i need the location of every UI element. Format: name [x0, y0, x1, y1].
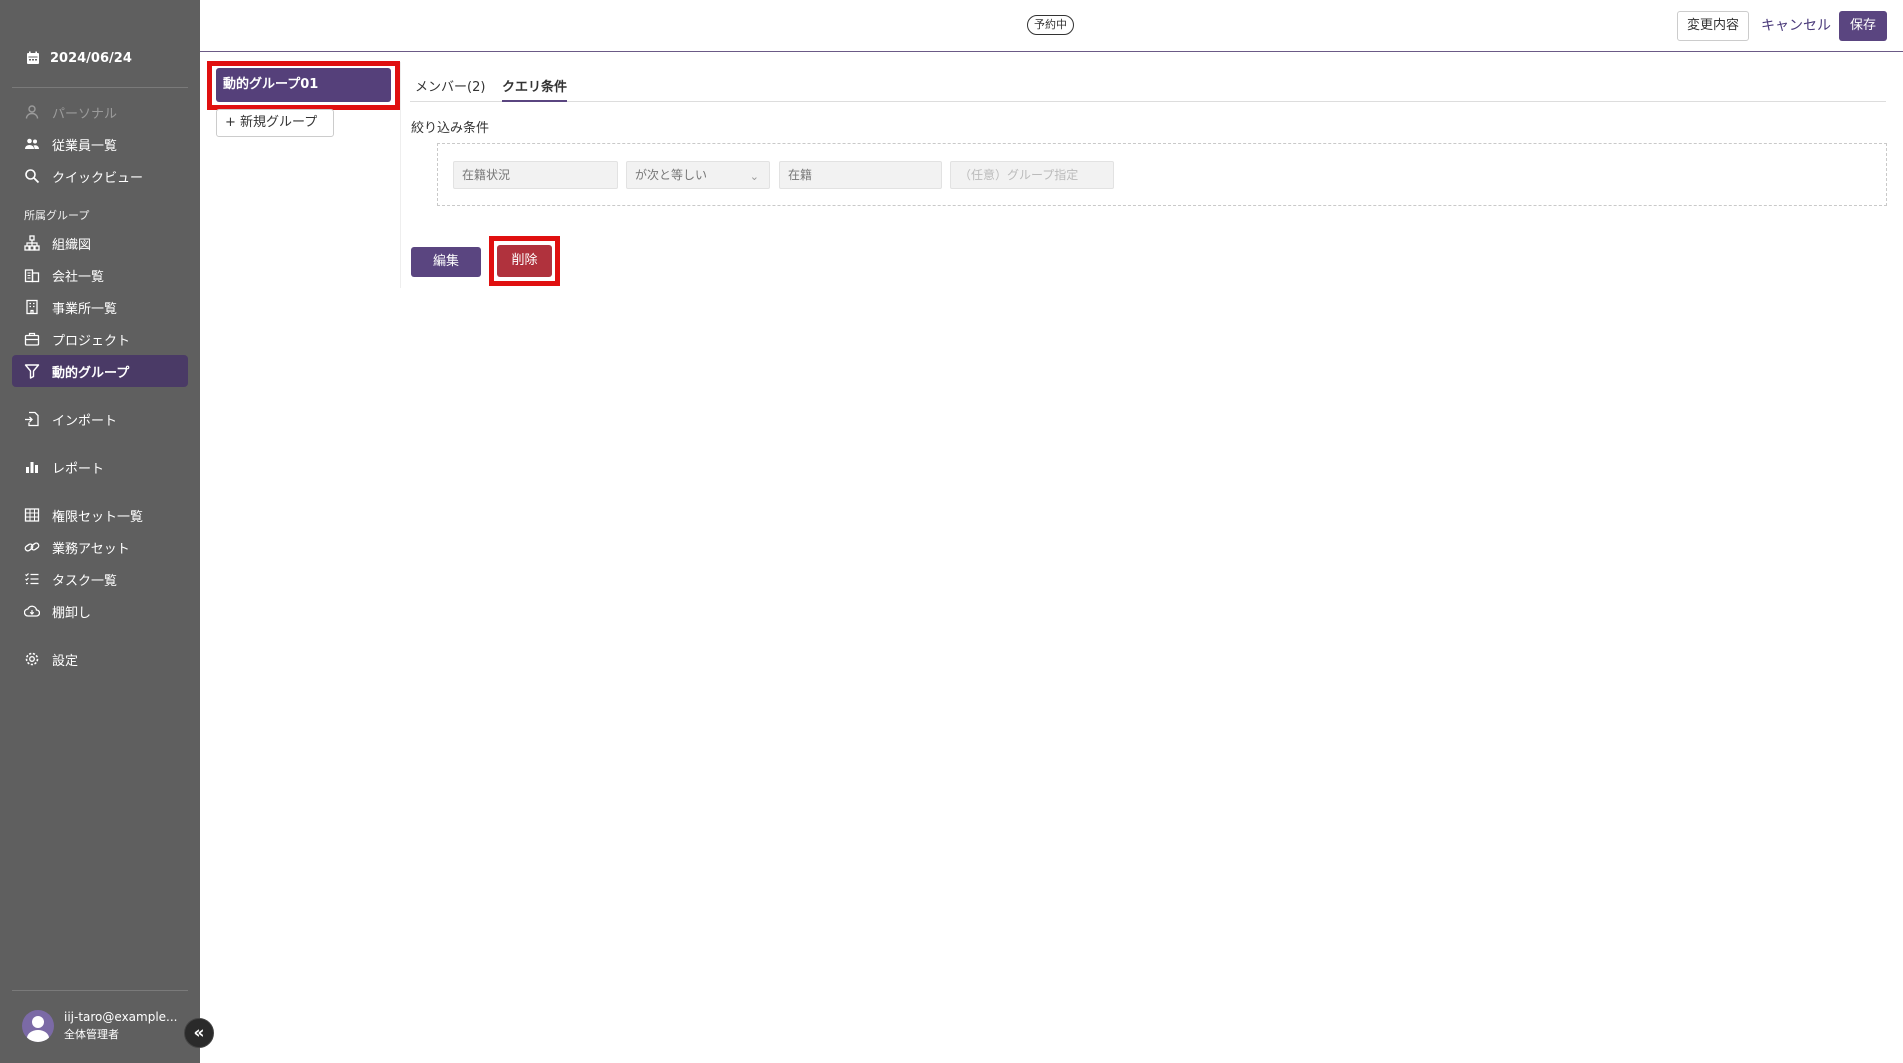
delete-button[interactable]: 削除: [497, 245, 552, 277]
sidebar-item-label: タスク一覧: [52, 573, 118, 589]
user-email: iij-taro@example...: [64, 1010, 178, 1024]
link-icon: [24, 539, 40, 555]
sidebar-item-label: 権限セット一覧: [52, 509, 144, 525]
building-icon: [24, 267, 40, 283]
chevron-down-icon: ⌄: [749, 170, 759, 183]
filter-title: 絞り込み条件: [411, 121, 490, 136]
filter-group-input[interactable]: （任意）グループ指定: [950, 161, 1114, 189]
tab-members[interactable]: メンバー(2): [415, 76, 485, 102]
collapse-sidebar-button[interactable]: «: [184, 1018, 214, 1048]
filter-field-select[interactable]: 在籍状況: [453, 161, 618, 189]
cancel-button[interactable]: キャンセル: [1761, 11, 1831, 41]
sidebar-item-personal[interactable]: パーソナル: [12, 96, 188, 128]
cloud-icon: [24, 603, 40, 619]
import-icon: [24, 411, 40, 427]
sidebar: 2024/06/24 パーソナル 従業員一覧 クイックビュー 所属グループ 組織…: [0, 0, 200, 1063]
sidebar-divider: [12, 990, 188, 991]
user-profile[interactable]: iij-taro@example... 全体管理者: [22, 1010, 178, 1042]
tab-bar: メンバー(2) クエリ条件: [410, 72, 1886, 102]
new-group-button[interactable]: + 新規グループ: [216, 109, 334, 137]
office-icon: [24, 299, 40, 315]
sidebar-item-label: 組織図: [52, 237, 92, 253]
sidebar-item-label: 会社一覧: [52, 269, 105, 285]
column-divider: [400, 62, 401, 288]
calendar-icon: [25, 50, 41, 66]
sidebar-item-quickview[interactable]: クイックビュー: [12, 160, 188, 192]
filter-value-input[interactable]: 在籍: [779, 161, 942, 189]
sidebar-item-label: 設定: [52, 653, 79, 669]
search-icon: [24, 168, 40, 184]
org-chart-icon: [24, 235, 40, 251]
grid-icon: [24, 507, 40, 523]
sidebar-item-import[interactable]: インポート: [12, 403, 188, 435]
sidebar-item-label: パーソナル: [52, 106, 118, 122]
date-text: 2024/06/24: [50, 50, 132, 66]
sidebar-item-offices[interactable]: 事業所一覧: [12, 291, 188, 323]
filter-icon: [24, 363, 40, 379]
sidebar-item-label: 業務アセット: [52, 541, 130, 557]
sidebar-item-tasks[interactable]: タスク一覧: [12, 563, 188, 595]
sidebar-item-settings[interactable]: 設定: [12, 643, 188, 675]
sidebar-item-report[interactable]: レポート: [12, 451, 188, 483]
sidebar-item-employees[interactable]: 従業員一覧: [12, 128, 188, 160]
sidebar-divider: [12, 87, 188, 88]
save-button[interactable]: 保存: [1839, 11, 1887, 41]
sidebar-item-projects[interactable]: プロジェクト: [12, 323, 188, 355]
user-role: 全体管理者: [64, 1028, 119, 1041]
person-icon: [24, 104, 40, 120]
sidebar-item-label: レポート: [52, 461, 105, 477]
filter-operator-select[interactable]: が次と等しい ⌄: [626, 161, 770, 189]
sidebar-item-inventory[interactable]: 棚卸し: [12, 595, 188, 627]
sidebar-item-permission-sets[interactable]: 権限セット一覧: [12, 499, 188, 531]
sidebar-item-label: 棚卸し: [52, 605, 92, 621]
status-badge: 予約中: [1027, 15, 1074, 35]
avatar: [22, 1010, 54, 1042]
sidebar-item-label: 事業所一覧: [52, 301, 118, 317]
bar-chart-icon: [24, 459, 40, 475]
sidebar-item-label: インポート: [52, 413, 118, 429]
briefcase-icon: [24, 331, 40, 347]
edit-button[interactable]: 編集: [411, 247, 481, 277]
sidebar-item-label: クイックビュー: [52, 170, 144, 186]
people-icon: [24, 136, 40, 152]
current-date: 2024/06/24: [25, 50, 132, 66]
group-list-item-selected[interactable]: 動的グループ01: [216, 68, 391, 102]
sidebar-item-dynamic-groups[interactable]: 動的グループ: [12, 355, 188, 387]
sidebar-item-label: 動的グループ: [52, 365, 130, 381]
gear-icon: [24, 651, 40, 667]
sidebar-item-companies[interactable]: 会社一覧: [12, 259, 188, 291]
sidebar-item-org-chart[interactable]: 組織図: [12, 227, 188, 259]
tab-query-conditions[interactable]: クエリ条件: [502, 76, 568, 102]
sidebar-item-label: 従業員一覧: [52, 138, 118, 154]
double-chevron-left-icon: «: [193, 1023, 205, 1043]
header-bar: 予約中 変更内容 キャンセル 保存: [200, 0, 1903, 52]
filter-operator-value: が次と等しい: [635, 168, 708, 182]
sidebar-item-business-assets[interactable]: 業務アセット: [12, 531, 188, 563]
task-list-icon: [24, 571, 40, 587]
changes-button[interactable]: 変更内容: [1677, 11, 1750, 41]
sidebar-item-label: プロジェクト: [52, 333, 131, 349]
sidebar-section-label: 所属グループ: [24, 209, 90, 222]
